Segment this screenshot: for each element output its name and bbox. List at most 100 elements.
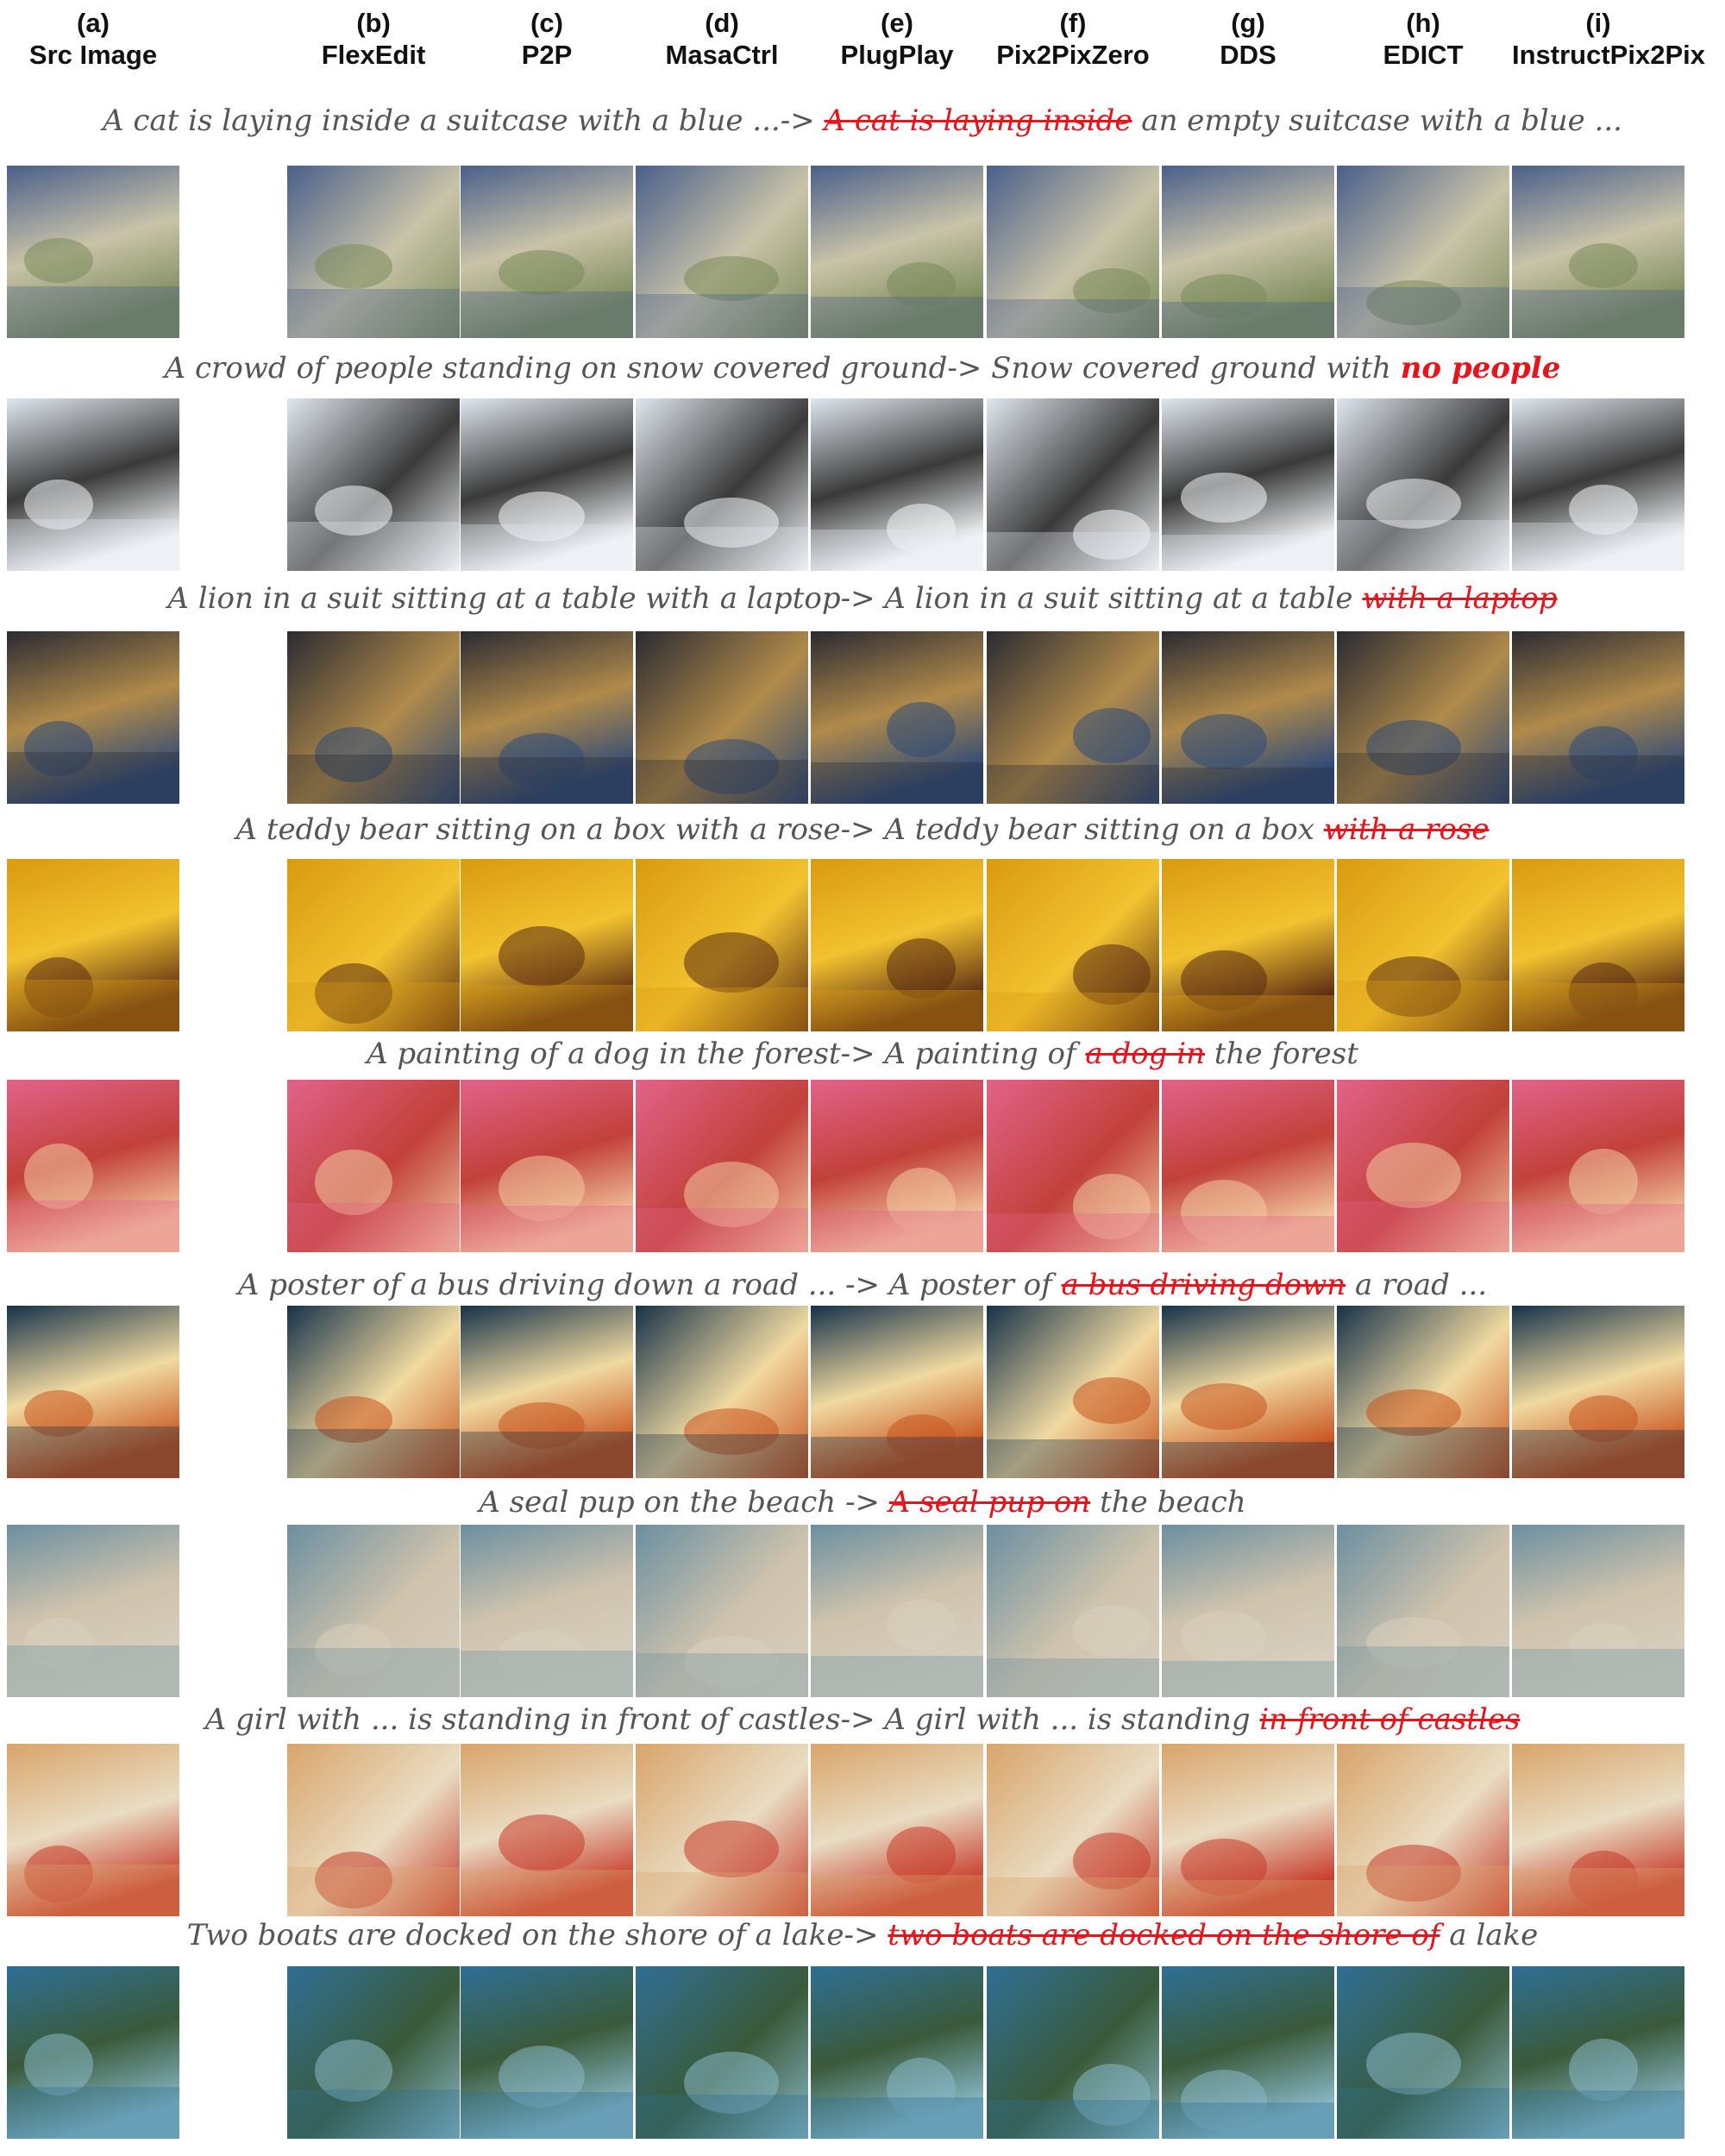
edited-image [811, 1306, 983, 1478]
image-thumbnail [1337, 398, 1509, 571]
result-row [0, 1966, 1725, 2139]
edit-prompt-caption: A painting of a dog in the forest-> A pa… [0, 1035, 1725, 1073]
column-header: (i) InstructPix2Pix [1512, 7, 1705, 71]
image-thumbnail [811, 859, 983, 1031]
edited-image [987, 1306, 1159, 1478]
edited-image [1512, 1966, 1684, 2139]
image-thumbnail [811, 166, 983, 338]
image-thumbnail [7, 631, 179, 804]
edited-phrase: a bus driving down [1061, 1268, 1346, 1302]
result-row [0, 166, 1725, 338]
source-image [7, 398, 179, 571]
edit-prompt-caption: Two boats are docked on the shore of a l… [0, 1916, 1725, 1954]
edited-image [461, 1744, 633, 1916]
image-thumbnail [636, 1744, 808, 1916]
column-header: (b) FlexEdit [287, 7, 460, 71]
image-thumbnail [1512, 1306, 1684, 1478]
prompt-text: a road ... [1346, 1268, 1488, 1302]
image-thumbnail [1512, 1525, 1684, 1697]
image-thumbnail [1337, 859, 1509, 1031]
result-row [0, 859, 1725, 1031]
image-thumbnail [987, 398, 1159, 571]
edited-image [636, 1744, 808, 1916]
edited-image [987, 1744, 1159, 1916]
image-thumbnail [987, 631, 1159, 804]
source-image [7, 859, 179, 1031]
image-thumbnail [636, 166, 808, 338]
result-row [0, 1306, 1725, 1478]
method-name: MasaCtrl [665, 40, 779, 70]
prompt-text: an empty suitcase with a blue ... [1132, 103, 1622, 138]
edited-image [1337, 166, 1509, 338]
image-thumbnail [287, 398, 460, 571]
image-thumbnail [1162, 859, 1334, 1031]
column-header: (e) PlugPlay [811, 7, 983, 71]
source-image [7, 1966, 179, 2139]
prompt-text: A crowd of people standing on snow cover… [164, 351, 1401, 385]
edited-image [287, 1744, 460, 1916]
image-thumbnail [1162, 1080, 1334, 1252]
edited-image [987, 1966, 1159, 2139]
image-thumbnail [636, 631, 808, 804]
edited-image [636, 631, 808, 804]
edited-image [1337, 859, 1509, 1031]
image-thumbnail [811, 1744, 983, 1916]
prompt-text: A painting of a dog in the forest-> A pa… [367, 1037, 1086, 1071]
image-thumbnail [461, 166, 633, 338]
method-name: DDS [1220, 40, 1276, 70]
edited-image [1337, 1306, 1509, 1478]
edit-prompt-caption: A girl with ... is standing in front of … [0, 1701, 1725, 1739]
edited-image [1162, 859, 1334, 1031]
source-image [7, 166, 179, 338]
source-image [7, 631, 179, 804]
edited-image [811, 1525, 983, 1697]
prompt-text: A teddy bear sitting on a box with a ros… [235, 812, 1324, 847]
column-label: (i) [1585, 8, 1611, 38]
edited-image [1512, 631, 1684, 804]
edited-image [636, 1525, 808, 1697]
result-row [0, 398, 1725, 571]
edited-image [461, 631, 633, 804]
edited-image [987, 631, 1159, 804]
image-thumbnail [811, 1525, 983, 1697]
image-thumbnail [1512, 631, 1684, 804]
image-thumbnail [461, 859, 633, 1031]
image-thumbnail [811, 1966, 983, 2139]
prompt-text: a lake [1440, 1918, 1539, 1952]
image-thumbnail [7, 859, 179, 1031]
image-thumbnail [636, 1306, 808, 1478]
edited-image [1162, 166, 1334, 338]
edited-image [636, 859, 808, 1031]
method-name: FlexEdit [321, 40, 426, 70]
method-name: EDICT [1383, 40, 1464, 70]
prompt-text: A poster of a bus driving down a road ..… [237, 1268, 1062, 1302]
image-thumbnail [811, 631, 983, 804]
image-thumbnail [287, 1744, 460, 1916]
edited-image [987, 166, 1159, 338]
source-image [7, 1525, 179, 1697]
image-thumbnail [1512, 166, 1684, 338]
edited-image [1162, 398, 1334, 571]
method-name: PlugPlay [840, 40, 954, 70]
edited-phrase: a dog in [1085, 1037, 1206, 1071]
result-row [0, 1080, 1725, 1252]
edited-image [1162, 1744, 1334, 1916]
prompt-text: the beach [1090, 1485, 1246, 1520]
edited-image [811, 1966, 983, 2139]
edited-image [987, 1080, 1159, 1252]
image-thumbnail [811, 1306, 983, 1478]
edit-prompt-caption: A lion in a suit sitting at a table with… [0, 580, 1725, 617]
column-label: (a) [77, 8, 110, 38]
image-thumbnail [1162, 631, 1334, 804]
image-thumbnail [461, 1306, 633, 1478]
edited-image [287, 398, 460, 571]
edited-image [987, 859, 1159, 1031]
image-thumbnail [7, 166, 179, 338]
source-image [7, 1744, 179, 1916]
column-label: (g) [1231, 8, 1265, 38]
image-thumbnail [1512, 859, 1684, 1031]
column-label: (h) [1406, 8, 1440, 38]
edited-image [636, 1080, 808, 1252]
column-label: (e) [881, 8, 913, 38]
edited-image [987, 398, 1159, 571]
